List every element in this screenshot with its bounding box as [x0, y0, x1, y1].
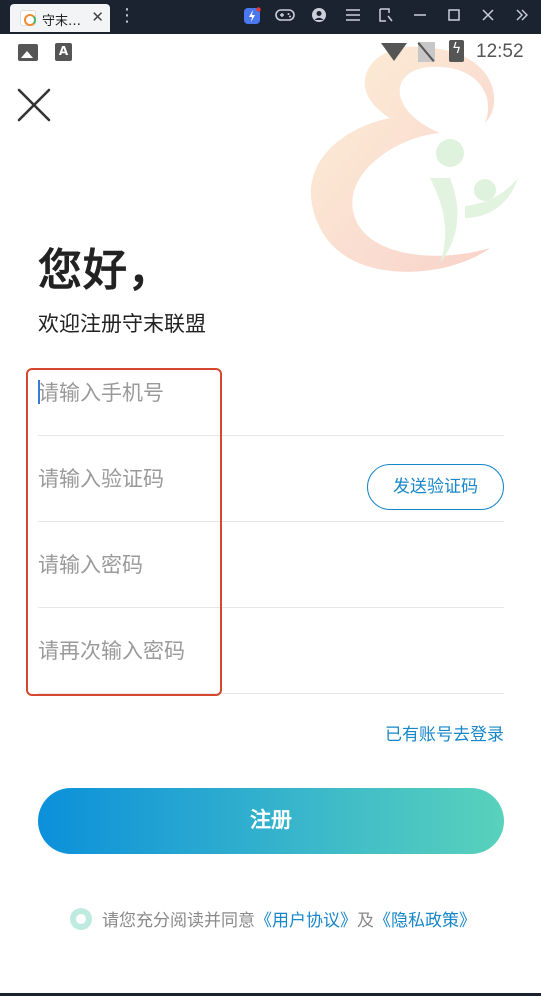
battery-charging-icon — [449, 40, 464, 62]
agreement-radio[interactable] — [70, 907, 92, 930]
privacy-policy-link[interactable]: 《隐私政策》 — [374, 911, 476, 931]
verification-code-input[interactable] — [38, 436, 358, 522]
tab-close-icon[interactable]: ✕ — [91, 8, 104, 26]
wifi-icon — [381, 43, 407, 61]
send-code-button[interactable]: 发送验证码 — [367, 464, 504, 510]
password-input[interactable] — [38, 522, 358, 608]
phone-input[interactable] — [38, 350, 358, 436]
maximize-icon[interactable] — [444, 7, 464, 27]
agreement-prefix: 请您充分阅读并同意 — [102, 911, 255, 931]
agreement-and: 及 — [357, 911, 374, 931]
user-agreement-link[interactable]: 《用户协议》 — [255, 911, 357, 931]
close-window-icon[interactable] — [478, 7, 498, 27]
more-options-icon[interactable]: ⋮ — [118, 6, 136, 26]
status-bar: A 12:52 — [0, 34, 541, 72]
account-icon[interactable] — [309, 7, 329, 27]
page-subtitle: 欢迎注册守末联盟 — [38, 312, 206, 336]
expand-icon[interactable] — [512, 7, 532, 27]
confirm-password-field-row — [38, 608, 504, 694]
phone-field-row — [38, 350, 504, 436]
app-tab[interactable]: 守末… ✕ — [10, 4, 110, 32]
code-field-row: 发送验证码 — [38, 436, 504, 522]
app-logo-icon — [20, 10, 36, 26]
page-title: 您好， — [38, 245, 173, 296]
bolt-app-icon[interactable] — [242, 7, 262, 27]
no-sim-icon — [418, 42, 435, 62]
tab-title: 守末… — [42, 14, 82, 29]
menu-icon[interactable] — [343, 7, 363, 27]
confirm-password-input[interactable] — [38, 608, 358, 694]
register-button[interactable]: 注册 — [38, 788, 504, 854]
status-time: 12:52 — [476, 41, 524, 62]
minimize-icon[interactable] — [410, 7, 430, 27]
crop-icon[interactable] — [376, 7, 396, 27]
a-notification-icon: A — [55, 43, 72, 61]
login-link[interactable]: 已有账号去登录 — [385, 720, 504, 745]
image-icon — [18, 44, 38, 61]
agreement-row: 请您充分阅读并同意《用户协议》及《隐私政策》 — [70, 906, 476, 931]
gamepad-icon[interactable] — [275, 7, 295, 27]
text-caret — [38, 380, 40, 404]
close-icon[interactable] — [15, 86, 53, 124]
password-field-row — [38, 522, 504, 608]
